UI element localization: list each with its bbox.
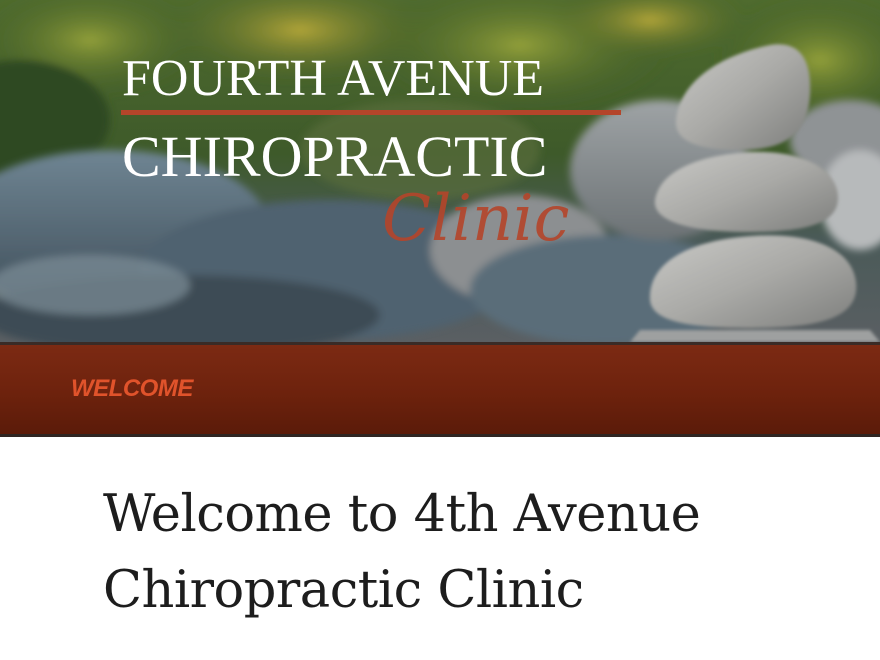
- nav-item-welcome[interactable]: WELCOME: [71, 375, 193, 403]
- logo-line2: CHIROPRACTIC: [122, 124, 547, 189]
- banner-photo: FOURTH AVENUE CHIROPRACTIC Clinic: [0, 0, 880, 342]
- main-content: Welcome to 4th Avenue Chiropractic Clini…: [0, 437, 880, 660]
- header-banner: FOURTH AVENUE CHIROPRACTIC Clinic: [0, 0, 880, 342]
- page-title: Welcome to 4th Avenue Chiropractic Clini…: [103, 485, 701, 620]
- main-navigation: WELCOME: [0, 342, 880, 437]
- logo-rule: [121, 110, 621, 115]
- logo-line1: FOURTH AVENUE: [122, 50, 544, 107]
- logo-script: Clinic: [382, 182, 569, 256]
